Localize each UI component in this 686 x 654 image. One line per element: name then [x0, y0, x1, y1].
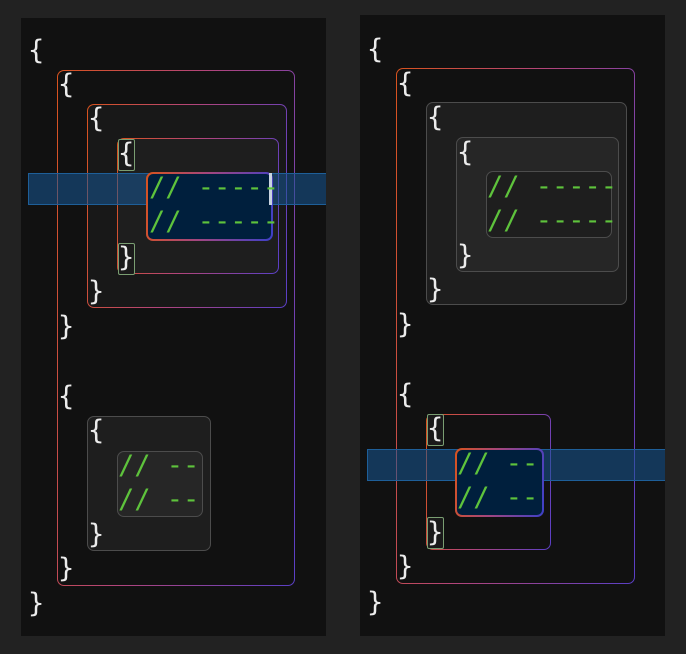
deep-open-brace: { — [457, 137, 474, 168]
comment-line-4: // -- — [457, 482, 539, 513]
outer-close-brace: } — [28, 588, 45, 619]
comment-line-1: // ----- — [149, 172, 280, 203]
block2-inner-open-brace: { — [427, 413, 444, 444]
block1-open-brace: { — [58, 69, 75, 100]
deep-close-brace: } — [118, 242, 135, 273]
comment-line-3: // -- — [118, 450, 200, 481]
block1-open-brace: { — [397, 68, 414, 99]
outer-open-brace: { — [28, 35, 45, 66]
block1-inner-close-brace: } — [427, 274, 444, 305]
comment-line-2: // ----- — [149, 206, 280, 237]
block2-inner-close-brace: } — [427, 517, 444, 548]
block1-inner-close-brace: } — [88, 276, 105, 307]
deep-open-brace: { — [118, 138, 135, 169]
block2-open-brace: { — [58, 381, 75, 412]
block2-inner-open-brace: { — [88, 415, 105, 446]
block1-inner-open-brace: { — [427, 102, 444, 133]
deep-close-brace: } — [457, 240, 474, 271]
comment-line-2: // ----- — [487, 205, 618, 236]
block1-inner-open-brace: { — [88, 103, 105, 134]
comment-line-4: // -- — [118, 484, 200, 515]
block2-close-brace: } — [397, 551, 414, 582]
right-editor-panel[interactable]: { { { { // ----- // ----- } } } { { // -… — [360, 15, 665, 636]
block2-inner-close-brace: } — [88, 519, 105, 550]
block2-open-brace: { — [397, 379, 414, 410]
comment-line-1: // ----- — [487, 171, 618, 202]
comment-line-3: // -- — [457, 448, 539, 479]
outer-close-brace: } — [367, 587, 384, 618]
block2-close-brace: } — [58, 553, 75, 584]
block1-close-brace: } — [397, 309, 414, 340]
block1-close-brace: } — [58, 311, 75, 342]
left-editor-panel[interactable]: { { { { // ----- // ----- } } } { { // -… — [21, 18, 326, 636]
outer-open-brace: { — [367, 34, 384, 65]
